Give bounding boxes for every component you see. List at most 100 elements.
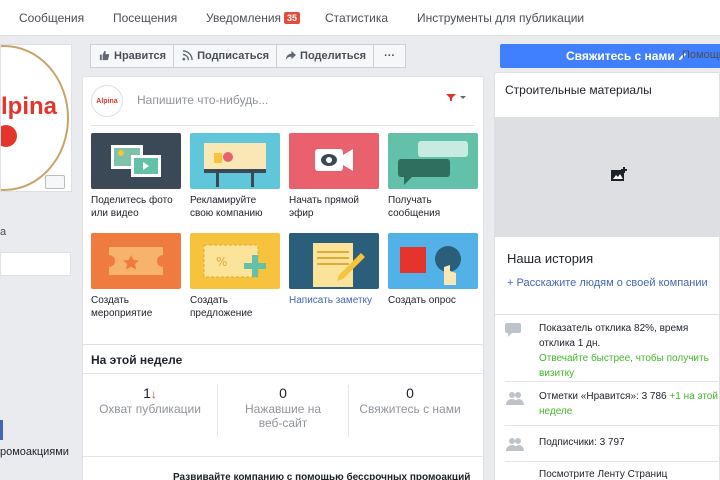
avatar-logo-text: lpina: [1, 93, 58, 120]
nav-notifications[interactable]: Уведомления 35: [206, 11, 301, 25]
tile-create-event[interactable]: Создать мероприятие: [91, 233, 181, 320]
our-story-link[interactable]: + Расскажите людям о своей компании: [507, 277, 708, 289]
tile-go-live[interactable]: Начать прямой эфир: [289, 133, 379, 220]
avatar: lpina: [1, 45, 69, 191]
tile-label: Создать опрос: [388, 295, 456, 306]
audience-icon: [446, 94, 466, 101]
tile-write-note[interactable]: Написать заметку: [289, 233, 379, 307]
page-info-card: Строительные материалы Наша история + Ра…: [494, 72, 720, 338]
stat-contact-us[interactable]: 0 Свяжитесь с нами: [345, 385, 475, 416]
this-week-title: На этой неделе: [91, 353, 183, 367]
share-label: Поделиться: [300, 50, 367, 62]
nav-messages[interactable]: Сообщения: [19, 11, 84, 25]
promotions-prompt[interactable]: Развивайте компанию с помощью бессрочных…: [173, 472, 470, 480]
divider: [83, 373, 483, 374]
tile-label: Начать прямой эфир: [289, 195, 359, 219]
like-button[interactable]: Нравится: [90, 44, 175, 68]
subscribe-button[interactable]: Подписаться: [173, 44, 278, 68]
composer-input[interactable]: Напишите что-нибудь...: [137, 93, 268, 107]
stat-caption: Охват публикации: [99, 402, 201, 416]
billboard-icon: [190, 133, 280, 189]
username-field[interactable]: [0, 252, 71, 276]
response-rate-row[interactable]: Показатель отклика 82%, время отклика 1 …: [505, 321, 720, 379]
contact-us-label: Свяжитесь с нами: [566, 49, 688, 63]
pages-feed-text: Посмотрите Ленту Страниц: [539, 469, 668, 480]
avatar-logo-mark: [1, 125, 17, 147]
tile-label: Создать предложение: [190, 295, 253, 319]
help-link[interactable]: Помощь: [682, 49, 720, 61]
nav-visits[interactable]: Посещения: [113, 11, 177, 25]
stat-website-clicks[interactable]: 0 Нажавшие на веб-сайт: [218, 385, 348, 430]
stat-caption: Нажавшие на веб-сайт: [244, 402, 322, 430]
note-pencil-icon: [289, 233, 379, 289]
photo-video-icon: [91, 133, 181, 189]
composer-avatar: Alpina: [91, 85, 123, 117]
tile-promote[interactable]: Рекламируйте свою компанию: [190, 133, 280, 220]
audience-selector[interactable]: [445, 92, 467, 105]
top-navigation: Сообщения Посещения Уведомления 35 Статис…: [0, 0, 720, 36]
add-photo-icon[interactable]: [610, 167, 628, 188]
tile-label: Рекламируйте свою компанию: [190, 195, 263, 219]
stat-caption: Свяжитесь с нами: [359, 402, 461, 416]
nav-statistics[interactable]: Статистика: [325, 11, 388, 25]
divider: [91, 125, 475, 126]
notifications-badge: 35: [284, 12, 301, 24]
this-week-card: На этой неделе 1↓ Охват публикации 0 Наж…: [82, 344, 484, 480]
tile-get-messages[interactable]: Получать сообщения: [388, 133, 478, 220]
down-arrow-icon: ↓: [150, 387, 157, 401]
people-icon: [505, 391, 525, 405]
live-camera-icon: [289, 133, 379, 189]
divider: [505, 461, 720, 463]
divider: [83, 456, 483, 457]
left-column: lpina а ромоакциями: [0, 36, 80, 480]
camera-icon[interactable]: [45, 175, 65, 189]
thumbs-up-icon: [98, 50, 110, 62]
page-category: Строительные материалы: [505, 83, 652, 97]
subscribe-label: Подписаться: [197, 50, 270, 62]
post-composer: Alpina Напишите что-нибудь... Поделитесь…: [82, 76, 484, 368]
our-story-title: Наша история: [507, 251, 594, 266]
rss-icon: [181, 50, 193, 62]
poll-icon: [388, 233, 478, 289]
tile-share-photo[interactable]: Поделитесь фото или видео: [91, 133, 181, 220]
tile-label: Написать заметку: [289, 295, 373, 306]
nav-publishing-tools[interactable]: Инструменты для публикации: [417, 11, 584, 25]
nav-notifications-label: Уведомления: [206, 11, 282, 25]
coupon-icon: %: [190, 233, 280, 289]
contact-us-button[interactable]: Свяжитесь с нами Помощь: [500, 44, 720, 68]
tile-create-offer[interactable]: % Создать предложение: [190, 233, 280, 320]
page-action-bar: Нравится Подписаться Поделиться ···: [90, 44, 407, 68]
active-indicator: [0, 420, 3, 440]
more-dots-icon: ···: [384, 50, 396, 62]
more-button[interactable]: ···: [373, 44, 407, 68]
tile-label: Поделитесь фото или видео: [91, 195, 173, 219]
response-rate-text: Показатель отклика 82%, время отклика 1 …: [539, 323, 689, 349]
page-likes-text: Отметки «Нравится»: 3 786: [539, 391, 667, 402]
stat-value: 0: [406, 385, 414, 401]
stat-value: 0: [279, 385, 287, 401]
like-label: Нравится: [114, 50, 167, 62]
followers-row[interactable]: Подписчики: 3 797: [505, 435, 720, 459]
pages-feed-row[interactable]: Посмотрите Ленту Страниц: [505, 467, 720, 480]
divider: [505, 381, 720, 383]
page-likes-row[interactable]: Отметки «Нравится»: 3 786 +1 на этой нед…: [505, 389, 720, 423]
sidebar-item-promotions[interactable]: ромоакциями: [0, 446, 69, 458]
stat-value: 1: [143, 385, 151, 401]
people-icon: [505, 437, 525, 451]
divider: [505, 425, 720, 427]
tile-create-poll[interactable]: Создать опрос: [388, 233, 478, 307]
ticket-icon: [91, 233, 181, 289]
chat-icon: [505, 323, 525, 337]
page-stats-card: Показатель отклика 82%, время отклика 1 …: [494, 314, 720, 480]
share-button[interactable]: Поделиться: [276, 44, 375, 68]
tile-label: Создать мероприятие: [91, 295, 153, 319]
svg-text:%: %: [216, 255, 227, 269]
profile-picture[interactable]: lpina: [0, 44, 72, 192]
response-rate-hint: Отвечайте быстрее, чтобы получить визитк…: [539, 353, 709, 379]
followers-text: Подписчики: 3 797: [539, 437, 625, 448]
cover-photo[interactable]: [495, 117, 720, 237]
tile-label: Получать сообщения: [388, 195, 441, 219]
share-arrow-icon: [284, 50, 296, 62]
stat-post-reach[interactable]: 1↓ Охват публикации: [85, 385, 215, 416]
page-name-fragment: а: [0, 226, 7, 238]
